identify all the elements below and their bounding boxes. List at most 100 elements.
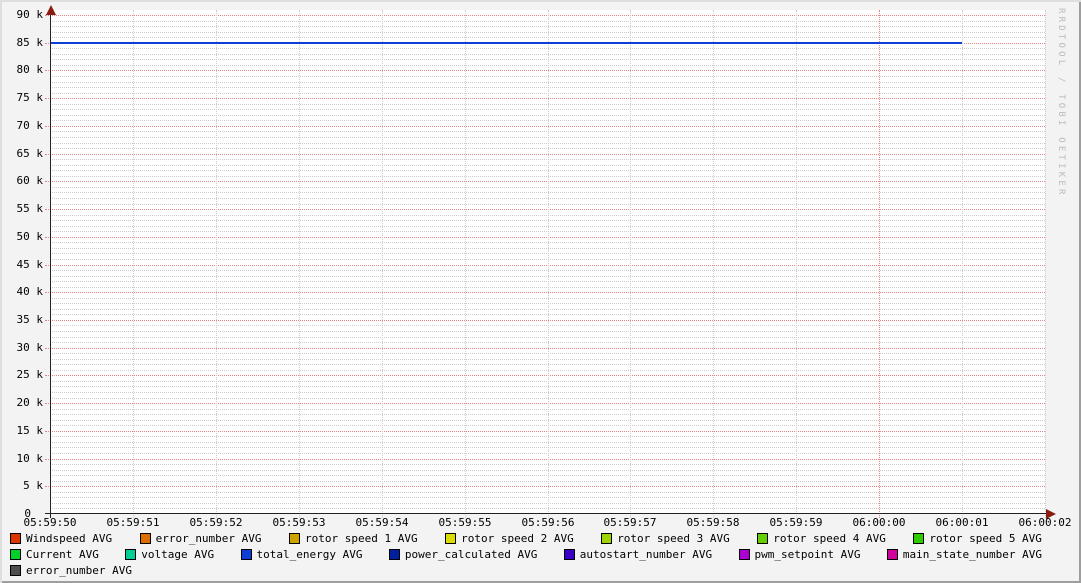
y-tick-label: 50 k (16, 230, 44, 243)
gridline-h-major (45, 459, 1045, 460)
gridline-v-minor (630, 10, 631, 518)
y-tick-label: 30 k (16, 341, 44, 354)
x-tick-label: 05:59:58 (686, 516, 740, 529)
gridline-v-major (879, 10, 880, 518)
gridline-v-minor (1045, 10, 1046, 518)
legend-item: main_state_number AVG (886, 548, 1042, 561)
legend-item: Current AVG (10, 548, 99, 561)
y-tick-label: 90 k (16, 8, 44, 21)
rrd-graph: 90 k 85 k 80 k 75 k 70 k 65 k 60 k 55 k 50 k 45 k… (0, 0, 1081, 583)
gridline-h-major (45, 403, 1045, 404)
legend-swatch (289, 533, 301, 544)
gridline-h-major (45, 154, 1045, 155)
gridline-h-major (45, 348, 1045, 349)
gridline-h-major (45, 292, 1045, 293)
legend-swatch (757, 533, 769, 544)
legend-item: error_number AVG (10, 564, 132, 577)
legend-label: rotor speed 1 AVG (305, 532, 418, 545)
legend-item: power_calculated AVG (388, 548, 538, 561)
legend-label: error_number AVG (26, 564, 132, 577)
legend-swatch (388, 549, 400, 560)
y-tick-label: 60 k (16, 174, 44, 187)
gridline-h-major (45, 486, 1045, 487)
legend-label: Windspeed AVG (26, 532, 113, 545)
legend-swatch (886, 549, 898, 560)
legend-row: Windspeed AVG error_number AVG rotor speed… (10, 532, 1042, 545)
legend-swatch (913, 533, 925, 544)
gridline-h-major (45, 320, 1045, 321)
legend-label: autostart_number AVG (579, 548, 713, 561)
x-tick-label: 05:59:54 (355, 516, 409, 529)
legend-item: autostart_number AVG (563, 548, 713, 561)
y-axis-arrow-icon (46, 5, 56, 15)
legend-label: total_energy AVG (256, 548, 363, 561)
legend-swatch (10, 533, 21, 544)
legend-swatch (563, 549, 575, 560)
series-line (50, 42, 962, 44)
gridline-v-minor (713, 10, 714, 518)
gridline-v-minor (382, 10, 383, 518)
x-tick-label: 05:59:56 (521, 516, 575, 529)
y-tick-label: 15 k (16, 424, 44, 437)
y-tick-label: 45 k (16, 258, 44, 271)
y-tick-label: 35 k (16, 313, 44, 326)
y-tick-label: 5 k (23, 479, 43, 492)
legend-swatch (601, 533, 613, 544)
legend-label: main_state_number AVG (902, 548, 1042, 561)
gridline-v-minor (796, 10, 797, 518)
y-tick-label: 10 k (16, 452, 44, 465)
gridline-h-major (45, 181, 1045, 182)
x-tick-label: 06:00:00 (852, 516, 906, 529)
y-tick-label: 25 k (16, 368, 44, 381)
gridline-h-major (45, 209, 1045, 210)
gridline-h-major (45, 98, 1045, 99)
x-axis (45, 513, 1047, 514)
y-tick-label: 65 k (16, 147, 44, 160)
x-tick-label: 05:59:52 (189, 516, 243, 529)
legend-label: Current AVG (26, 548, 99, 561)
legend-item: rotor speed 3 AVG (601, 532, 730, 545)
x-tick-label: 06:00:02 (1018, 516, 1072, 529)
gridline-h-major (45, 375, 1045, 376)
y-tick-label: 70 k (16, 119, 44, 132)
gridline-v-minor (465, 10, 466, 518)
legend-swatch (125, 549, 137, 560)
legend-label: rotor speed 2 AVG (461, 532, 574, 545)
legend-label: power_calculated AVG (404, 548, 538, 561)
legend-row: error_number AVG (10, 564, 1042, 577)
legend-item: pwm_setpoint AVG (738, 548, 861, 561)
legend-row: Current AVG voltage AVG total_energy AVG po… (10, 548, 1042, 561)
legend-swatch (139, 533, 151, 544)
legend-swatch (10, 565, 21, 576)
x-tick-label: 05:59:55 (438, 516, 492, 529)
x-tick-label: 05:59:59 (769, 516, 823, 529)
legend-swatch (240, 549, 252, 560)
x-tick-label: 05:59:53 (272, 516, 326, 529)
legend-item: rotor speed 2 AVG (445, 532, 574, 545)
legend-label: rotor speed 4 AVG (773, 532, 886, 545)
legend-item: error_number AVG (139, 532, 262, 545)
y-tick-label: 85 k (16, 36, 44, 49)
legend-swatch (738, 549, 750, 560)
gridline-v-minor (216, 10, 217, 518)
gridline-h-major (45, 70, 1045, 71)
x-tick-label: 05:59:50 (23, 516, 77, 529)
gridline-h-major (45, 265, 1045, 266)
legend-item: total_energy AVG (240, 548, 363, 561)
legend-label: error_number AVG (155, 532, 262, 545)
x-tick-label: 05:59:51 (106, 516, 160, 529)
gridline-h-major (45, 237, 1045, 238)
x-tick-label: 05:59:57 (603, 516, 657, 529)
gridline-v-minor (548, 10, 549, 518)
y-tick-label: 80 k (16, 63, 44, 76)
rrdtool-watermark: RRDTOOL / TOBI OETIKER (1056, 8, 1066, 198)
legend-label: rotor speed 5 AVG (929, 532, 1042, 545)
y-tick-label: 40 k (16, 285, 44, 298)
legend-label: rotor speed 3 AVG (617, 532, 730, 545)
legend-item: rotor speed 1 AVG (289, 532, 418, 545)
y-axis (50, 9, 51, 518)
legend-label: pwm_setpoint AVG (754, 548, 861, 561)
legend-label: voltage AVG (141, 548, 215, 561)
legend-item: Windspeed AVG (10, 532, 112, 545)
gridline-v-minor (962, 10, 963, 518)
